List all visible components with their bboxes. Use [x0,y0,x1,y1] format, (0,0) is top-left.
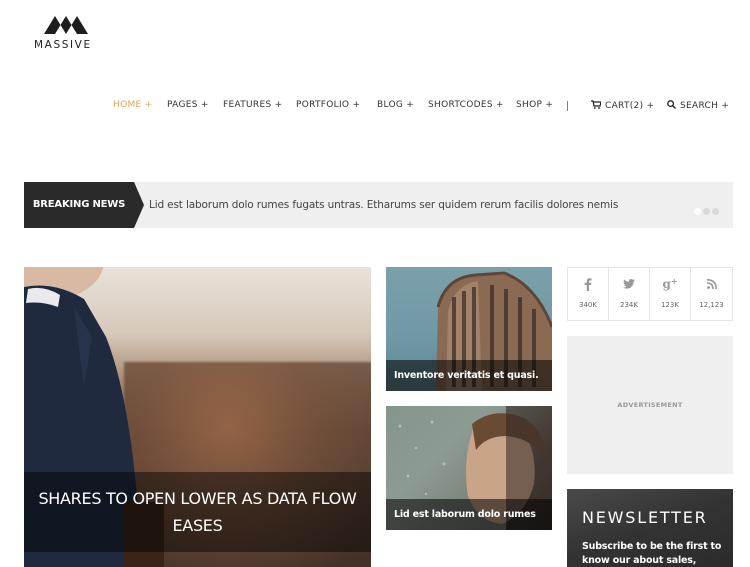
ticker-dot-2[interactable] [703,208,710,215]
nav-home[interactable]: HOME + [113,100,153,110]
nav-search-label: SEARCH + [680,101,730,111]
nav-divider [567,101,568,111]
breaking-news-label: BREAKING NEWS [24,182,134,228]
facebook-count: 340K [579,301,597,309]
tile-1-caption[interactable]: Inventore veritatis et quasi. [386,360,552,391]
newsletter-title: NEWSLETTER [582,508,708,527]
ticker-dot-3[interactable] [712,208,719,215]
nav-search[interactable]: SEARCH + [667,100,729,111]
rss-count: 12,123 [699,301,724,309]
search-icon [667,100,676,109]
cart-icon [591,100,601,109]
google-plus-count: 123K [661,301,679,309]
twitter-icon [609,278,649,292]
hero-article[interactable]: SHARES TO OPEN LOWER AS DATA FLOW EASES [24,267,371,567]
breaking-news-text[interactable]: Lid est laborum dolo rumes fugats untras… [149,182,618,228]
tile-2-caption[interactable]: Lid est laborum dolo rumes [386,499,552,530]
logo-mark-icon [44,16,88,34]
logo[interactable]: MASSIVE [34,12,98,52]
social-google-plus[interactable]: g+ 123K [650,268,691,320]
social-facebook[interactable]: 340K [568,268,609,320]
breaking-news-arrow [134,182,144,228]
nav-portfolio[interactable]: PORTFOLIO + [296,100,360,110]
newsletter-text: Subscribe to be the first to know our ab… [582,541,722,566]
article-tile-2[interactable]: Lid est laborum dolo rumes [386,406,552,530]
ticker-pagination [692,202,719,215]
newsletter-widget: NEWSLETTER Subscribe to be the first to … [567,489,733,567]
ticker-dot-1[interactable] [694,208,701,215]
advertisement-box[interactable]: ADVERTISEMENT [567,336,733,474]
facebook-icon [568,278,608,294]
logo-text: MASSIVE [34,39,92,51]
breaking-news-ticker: BREAKING NEWS Lid est laborum dolo rumes… [24,182,733,228]
nav-blog[interactable]: BLOG + [377,100,414,110]
article-tile-1[interactable]: Inventore veritatis et quasi. [386,267,552,391]
social-rss[interactable]: 12,123 [691,268,732,320]
rss-icon [691,278,732,292]
hero-title[interactable]: SHARES TO OPEN LOWER AS DATA FLOW EASES [34,485,361,539]
social-twitter[interactable]: 234K [609,268,650,320]
advertisement-label: ADVERTISEMENT [617,401,683,409]
nav-features[interactable]: FEATURES + [223,100,282,110]
nav-cart-label: CART(2) + [605,101,655,111]
nav-shop[interactable]: SHOP + [516,100,553,110]
nav-pages[interactable]: PAGES + [167,100,209,110]
nav-shortcodes[interactable]: SHORTCODES + [428,100,504,110]
google-plus-icon: g+ [662,276,678,291]
social-counters: 340K 234K g+ 123K 12,123 [567,267,733,321]
main-nav: HOME + PAGES + FEATURES + PORTFOLIO + BL… [0,100,750,114]
twitter-count: 234K [620,301,638,309]
nav-cart[interactable]: CART(2) + [591,100,654,111]
